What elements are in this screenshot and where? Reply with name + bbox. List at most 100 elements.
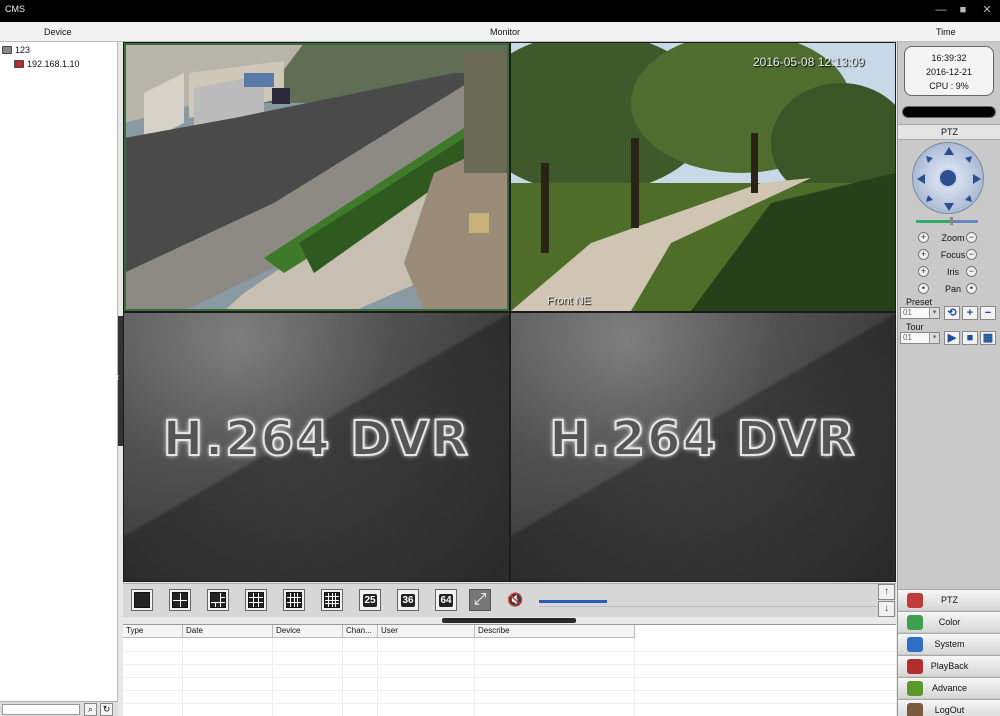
menu-system-button[interactable]: System (898, 633, 1000, 654)
layout-36-button[interactable]: 36 (397, 589, 419, 611)
layout-64-button[interactable]: 64 (435, 589, 457, 611)
menu-color-button[interactable]: Color (898, 611, 1000, 632)
column-describe[interactable]: Describe (475, 625, 635, 638)
layout-36-label: 36 (401, 593, 415, 607)
camera-timestamp-osd: 2016-05-08 12:13:09 (753, 55, 865, 69)
device-search-input[interactable] (2, 704, 80, 715)
mute-speaker-icon[interactable]: 🔇 (507, 592, 529, 610)
clock-date: 2016-12-21 (925, 67, 973, 77)
arrow-up-icon[interactable]: ↑ (878, 584, 895, 600)
status-bar (902, 106, 996, 118)
arrow-down-icon[interactable]: ↓ (878, 601, 895, 617)
ptz-direction-pad[interactable] (912, 142, 984, 214)
layout-6-button[interactable] (207, 589, 229, 611)
log-panel-resize-handle[interactable] (442, 618, 576, 623)
park-camera-feed (511, 43, 895, 311)
video-channel-4[interactable]: H.264 DVR (511, 313, 895, 581)
slider-knob[interactable] (950, 217, 953, 225)
video-channel-1[interactable] (124, 43, 509, 311)
pan-control: • Pan • (918, 283, 988, 297)
ptz-center-button[interactable] (938, 168, 958, 188)
ptz-title: PTZ (898, 124, 1000, 140)
layout-9-button[interactable] (245, 589, 267, 611)
minimize-button[interactable]: — (934, 3, 948, 17)
camera-name-osd: Front NE (547, 295, 592, 307)
clock-time: 16:39:32 (931, 53, 967, 63)
video-channel-2[interactable]: 2016-05-08 12:13:09 Front NE (511, 43, 895, 311)
focus-control: + Focus − (918, 249, 988, 263)
layout-12-button[interactable] (283, 589, 305, 611)
column-device[interactable]: Device (273, 625, 343, 638)
monitor-header: Monitor (490, 27, 521, 37)
preset-select[interactable]: 01 ▾ (900, 307, 940, 319)
layout-16-button[interactable] (321, 589, 343, 611)
layout-64-label: 64 (439, 593, 453, 607)
preset-value: 01 (903, 308, 912, 317)
focus-out-button[interactable]: − (966, 249, 977, 260)
pan-right-button[interactable]: • (966, 283, 977, 294)
layout-4-button[interactable] (169, 589, 191, 611)
zoom-label: Zoom (941, 233, 965, 243)
log-table: Type Date Device Chan... User Describe (123, 624, 896, 716)
tour-grid-icon[interactable]: ▦ (980, 331, 996, 345)
column-channel[interactable]: Chan... (343, 625, 378, 638)
layout-9-icon (248, 592, 264, 608)
layout-1-button[interactable] (131, 589, 153, 611)
tree-group-123[interactable]: 123 (2, 45, 30, 55)
layout-16-icon (324, 592, 340, 608)
iris-control: + Iris − (918, 266, 988, 280)
window-title: CMS (5, 4, 25, 14)
menu-playback-button[interactable]: PlayBack (898, 655, 1000, 676)
ptz-icon (907, 593, 923, 608)
advance-icon (907, 681, 923, 696)
layout-25-button[interactable]: 25 (359, 589, 381, 611)
video-channel-3[interactable]: H.264 DVR (124, 313, 509, 581)
layout-25-label: 25 (363, 593, 377, 607)
volume-level-fill (539, 600, 607, 603)
device-address: 192.168.1.10 (27, 59, 80, 69)
column-type[interactable]: Type (123, 625, 183, 638)
dvr-device-icon (14, 60, 24, 68)
clock-display: 16:39:32 2016-12-21 CPU : 9% (904, 46, 994, 96)
layout-toolbar: 25 36 64 ⤢ 🔇 ↑ ↓ (123, 583, 896, 617)
video-grid: 2016-05-08 12:13:09 Front NE H.264 DVR H… (123, 42, 896, 582)
chevron-left-icon: ‹ (116, 372, 120, 383)
maximize-button[interactable]: ■ (956, 3, 970, 17)
menu-ptz-button[interactable]: PTZ (898, 589, 1000, 610)
preset-add-icon[interactable]: + (962, 306, 978, 320)
driveway-camera-feed (124, 43, 509, 311)
search-icon[interactable]: ⌕ (84, 703, 97, 716)
menu-advance-button[interactable]: Advance (898, 677, 1000, 698)
title-bar: CMS — ■ ✕ (0, 0, 1000, 22)
iris-close-button[interactable]: − (966, 266, 977, 277)
menu-logout-button[interactable]: LogOut (898, 699, 1000, 716)
device-header: Device (44, 27, 72, 37)
preset-remove-icon[interactable]: − (980, 306, 996, 320)
playback-icon (907, 659, 923, 674)
group-label: 123 (15, 45, 31, 55)
tour-stop-icon[interactable]: ■ (962, 331, 978, 345)
menu-playback-label: PlayBack (930, 661, 969, 671)
column-user[interactable]: User (378, 625, 475, 638)
menu-color-label: Color (938, 617, 961, 627)
menu-advance-label: Advance (931, 683, 968, 693)
tour-play-icon[interactable]: ▶ (944, 331, 960, 345)
menu-logout-label: LogOut (934, 705, 965, 715)
dvr-logo: H.264 DVR (548, 410, 857, 468)
logout-icon (907, 703, 923, 716)
tour-select[interactable]: 01 ▾ (900, 332, 940, 344)
refresh-icon[interactable]: ↻ (100, 703, 113, 716)
device-panel: 123 192.168.1.10 (0, 42, 118, 702)
toolbar-scroll: ↑ ↓ (878, 584, 896, 618)
layout-1-icon (134, 592, 150, 608)
column-date[interactable]: Date (183, 625, 273, 638)
zoom-out-button[interactable]: − (966, 232, 977, 243)
preset-goto-icon[interactable]: ⟲ (944, 306, 960, 320)
fullscreen-icon: ⤢ (473, 591, 487, 608)
device-search-bar: ⌕ ↻ (0, 701, 118, 716)
close-button[interactable]: ✕ (980, 3, 994, 17)
fullscreen-button[interactable]: ⤢ (469, 589, 491, 611)
tour-value: 01 (903, 333, 912, 342)
time-header: Time (936, 27, 956, 37)
tree-device[interactable]: 192.168.1.10 (14, 59, 80, 69)
